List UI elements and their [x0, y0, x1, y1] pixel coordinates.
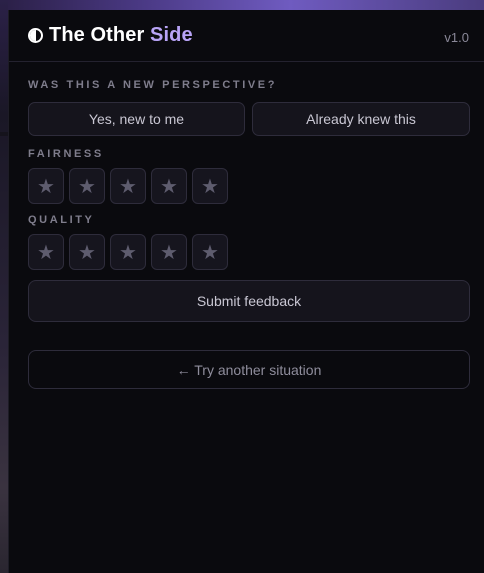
extension-panel: The Other Side v1.0 WAS THIS A NEW PERSP…: [8, 10, 484, 573]
fairness-rating: ★ ★ ★ ★ ★: [28, 168, 228, 204]
app-stage: The Other Side v1.0 WAS THIS A NEW PERSP…: [0, 0, 484, 573]
fairness-label: FAIRNESS: [28, 148, 104, 160]
app-title-accent: Side: [150, 24, 193, 46]
quality-rating: ★ ★ ★ ★ ★: [28, 234, 228, 270]
background-window-top: [0, 0, 484, 10]
quality-star-5[interactable]: ★: [192, 234, 228, 270]
quality-star-3[interactable]: ★: [110, 234, 146, 270]
app-title: The Other Side: [49, 24, 193, 47]
perspective-question: WAS THIS A NEW PERSPECTIVE?: [28, 79, 278, 91]
try-another-situation-button[interactable]: ← Try another situation: [28, 350, 470, 389]
quality-star-2[interactable]: ★: [69, 234, 105, 270]
fairness-star-5[interactable]: ★: [192, 168, 228, 204]
quality-star-4[interactable]: ★: [151, 234, 187, 270]
fairness-star-4[interactable]: ★: [151, 168, 187, 204]
version-label: v1.0: [444, 30, 469, 45]
already-knew-this-button[interactable]: Already knew this: [252, 102, 470, 136]
fairness-star-2[interactable]: ★: [69, 168, 105, 204]
fairness-star-3[interactable]: ★: [110, 168, 146, 204]
panel-header: The Other Side v1.0: [9, 10, 484, 62]
app-title-main: The Other: [49, 24, 145, 46]
yes-new-to-me-button[interactable]: Yes, new to me: [28, 102, 245, 136]
half-circle-icon: [28, 28, 43, 43]
submit-feedback-button[interactable]: Submit feedback: [28, 280, 470, 322]
background-window-left: [0, 0, 8, 573]
background-window-divider: [0, 132, 8, 136]
quality-star-1[interactable]: ★: [28, 234, 64, 270]
fairness-star-1[interactable]: ★: [28, 168, 64, 204]
quality-label: QUALITY: [28, 214, 95, 226]
